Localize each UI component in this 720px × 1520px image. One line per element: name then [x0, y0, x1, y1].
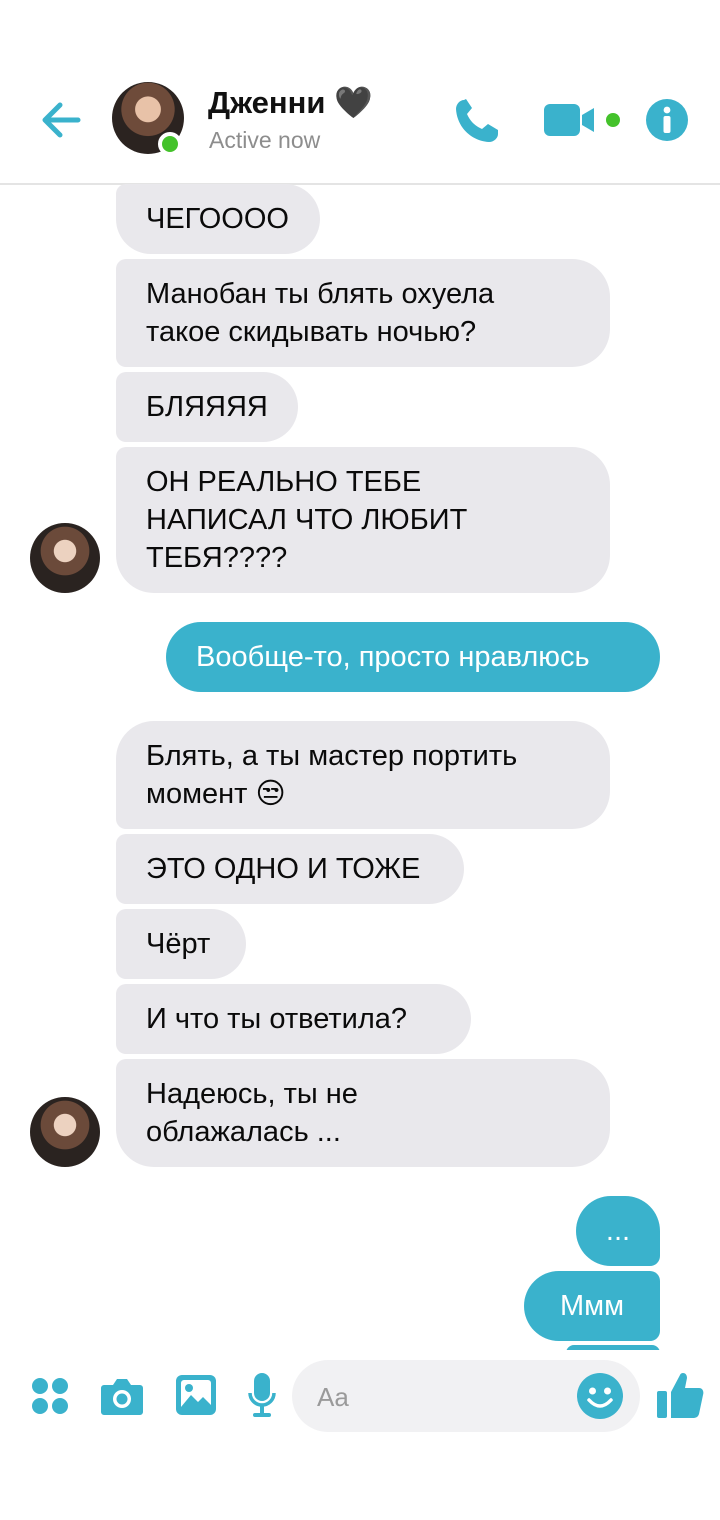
back-arrow-icon[interactable]	[38, 96, 86, 144]
incoming-message[interactable]: Чёрт	[116, 909, 246, 979]
apps-grid-icon[interactable]	[30, 1376, 70, 1416]
incoming-message[interactable]: ОН РЕАЛЬНО ТЕБЕ НАПИСАЛ ЧТО ЛЮБИТ ТЕБЯ??…	[116, 447, 610, 593]
outgoing-message[interactable]: Ммм	[524, 1271, 660, 1341]
incoming-message[interactable]: Манобан ты блять охуела такое скидывать …	[116, 259, 610, 367]
microphone-icon[interactable]	[247, 1372, 277, 1418]
chat-header: Дженни 🖤 Active now	[0, 60, 720, 185]
video-camera-icon[interactable]	[544, 102, 600, 138]
outgoing-message[interactable]: ...	[576, 1196, 660, 1266]
sender-avatar[interactable]	[30, 523, 100, 593]
composer-bar: Aa	[0, 1350, 720, 1450]
incoming-message[interactable]: БЛЯЯЯЯ	[116, 372, 298, 442]
incoming-message[interactable]: Блять, а ты мастер портить момент 😒	[116, 721, 610, 829]
info-icon[interactable]	[645, 98, 689, 142]
camera-icon[interactable]	[100, 1376, 144, 1416]
emoji-icon[interactable]	[576, 1372, 624, 1420]
contact-status: Active now	[209, 127, 321, 153]
incoming-message[interactable]: Надеюсь, ты не облажалась ...	[116, 1059, 610, 1167]
message-input[interactable]: Aa	[292, 1360, 640, 1432]
outgoing-message[interactable]: Вообще-то, просто нравлюсь	[166, 622, 660, 692]
contact-name[interactable]: Дженни 🖤	[208, 84, 373, 121]
incoming-message[interactable]: И что ты ответила?	[116, 984, 471, 1054]
sender-avatar[interactable]	[30, 1097, 100, 1167]
phone-icon[interactable]	[452, 96, 500, 146]
video-active-dot-icon	[606, 113, 620, 127]
incoming-message[interactable]: ЭТО ОДНО И ТОЖЕ	[116, 834, 464, 904]
thumbs-up-icon[interactable]	[656, 1370, 704, 1420]
gallery-icon[interactable]	[175, 1374, 217, 1416]
incoming-message[interactable]: ЧЕГОООО	[116, 184, 320, 254]
message-input-placeholder: Aa	[317, 1382, 349, 1412]
online-indicator	[158, 132, 182, 156]
